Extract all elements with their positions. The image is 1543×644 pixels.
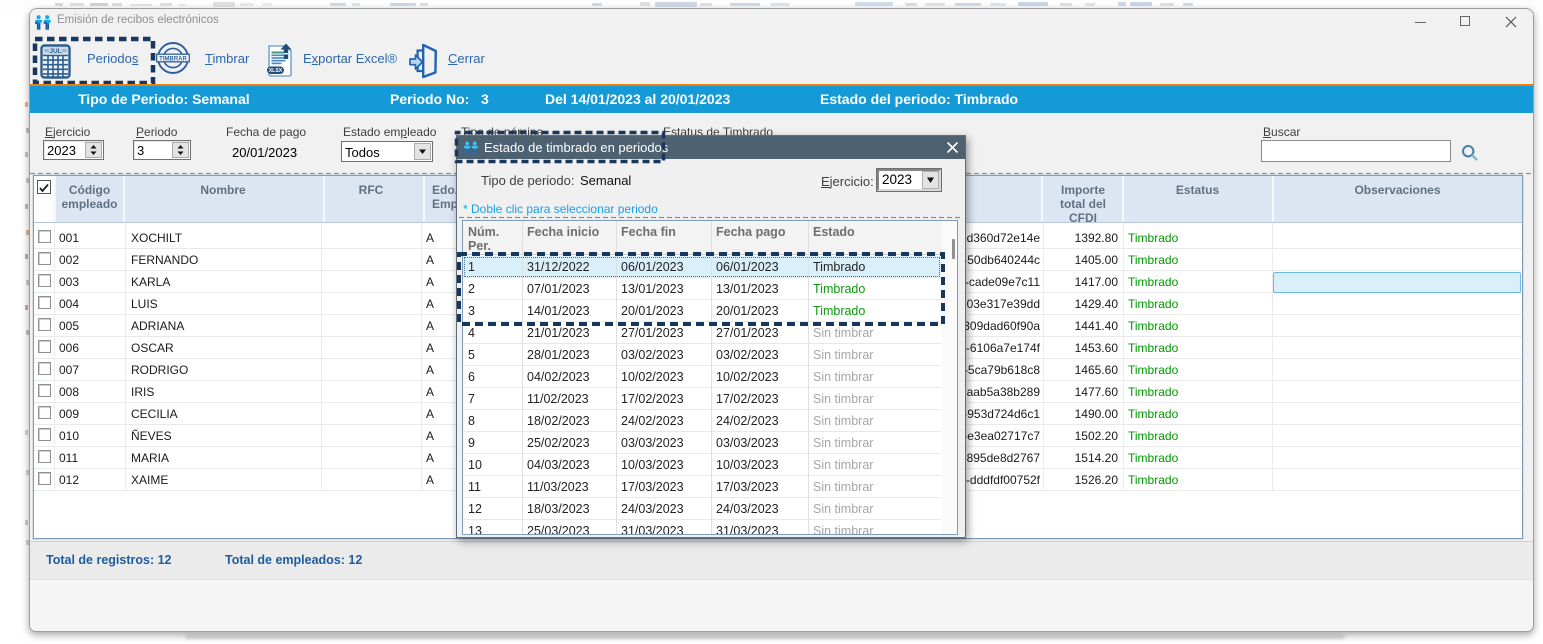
svg-text:TIMBRAR: TIMBRAR	[159, 57, 187, 63]
svg-text:XLSX: XLSX	[269, 68, 283, 74]
